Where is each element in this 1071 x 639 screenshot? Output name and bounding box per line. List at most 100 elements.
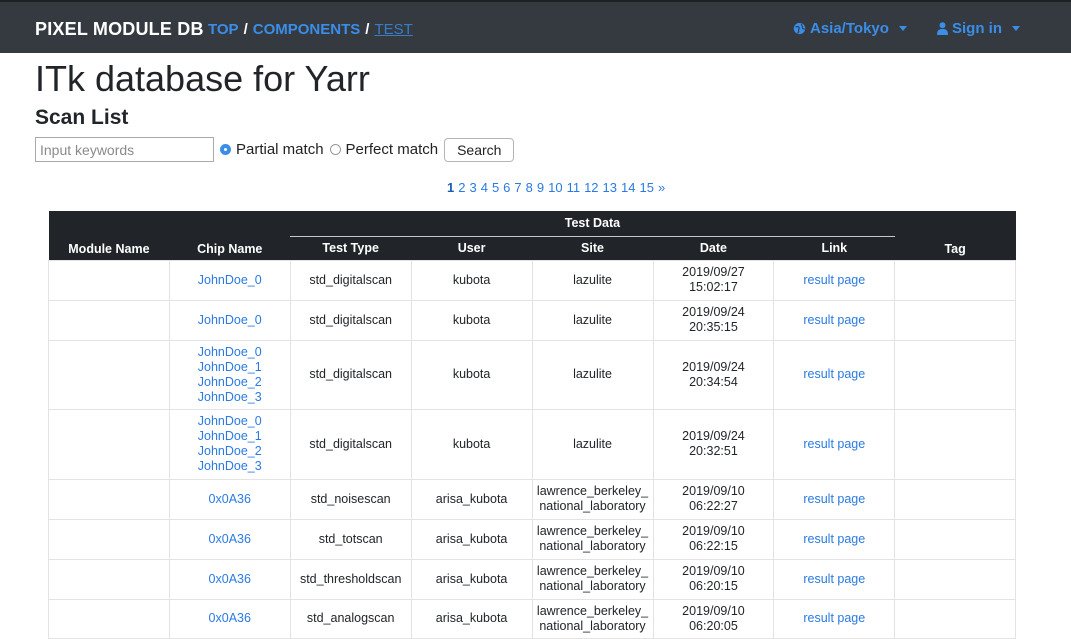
chip-name-cell: 0x0A36 [168, 598, 291, 639]
chip-link[interactable]: JohnDoe_2 [172, 375, 288, 390]
date-text: 2019/09/24 [682, 359, 745, 374]
header-module-name[interactable]: Module Name [49, 211, 170, 260]
chip-name-cell: JohnDoe_0 JohnDoe_1 JohnDoe_2 JohnDoe_3 [168, 408, 291, 480]
test-type-cell: std_noisescan [289, 478, 412, 520]
page-link[interactable]: 12 [584, 180, 598, 195]
result-page-link[interactable]: result page [803, 492, 865, 506]
site-cell: lazulite [531, 299, 654, 341]
header-link[interactable]: Link [773, 235, 895, 260]
result-page-link[interactable]: result page [803, 572, 865, 586]
search-button[interactable]: Search [444, 137, 515, 162]
page-link[interactable]: 14 [621, 180, 635, 195]
link-cell: result page [773, 339, 896, 410]
chip-name-cell: 0x0A36 [168, 478, 291, 520]
module-name-cell [48, 518, 170, 560]
tag-cell [894, 259, 1016, 301]
result-page-link[interactable]: result page [803, 611, 865, 625]
page-link[interactable]: 1 [447, 180, 454, 195]
brand-link[interactable]: PIXEL MODULE DB [35, 19, 204, 40]
timezone-dropdown[interactable]: Asia/Tokyo [793, 20, 907, 37]
header-test-type[interactable]: Test Type [290, 235, 412, 260]
header-date[interactable]: Date [653, 235, 774, 260]
header-site[interactable]: Site [532, 235, 654, 260]
time-text: 06:20:15 [689, 579, 738, 593]
chip-link[interactable]: JohnDoe_3 [172, 390, 288, 405]
chip-link[interactable]: JohnDoe_0 [172, 345, 288, 360]
date-cell: 2019/09/10 06:22:15 [652, 518, 775, 560]
signin-dropdown[interactable]: Sign in [937, 20, 1020, 37]
link-cell: result page [773, 518, 896, 560]
result-page-link[interactable]: result page [803, 532, 865, 546]
chip-link[interactable]: 0x0A36 [172, 572, 288, 587]
header-user[interactable]: User [411, 235, 533, 260]
site-text: national_laboratory [539, 579, 646, 593]
tag-cell [894, 339, 1016, 410]
time-text: 06:22:15 [689, 539, 738, 553]
date-text: 2019/09/27 [682, 265, 745, 279]
link-cell: result page [773, 259, 896, 301]
page-link[interactable]: 9 [537, 180, 544, 195]
chip-link[interactable]: JohnDoe_1 [172, 360, 288, 375]
date-text: 2019/09/10 [682, 524, 745, 538]
breadcrumb-test[interactable]: TEST [374, 21, 412, 38]
perfect-match-label[interactable]: Perfect match [346, 141, 439, 158]
chip-link[interactable]: JohnDoe_3 [172, 459, 288, 474]
breadcrumb-components[interactable]: COMPONENTS [253, 21, 361, 38]
page-link[interactable]: 3 [469, 180, 476, 195]
module-name-cell [48, 259, 170, 301]
page-link[interactable]: 5 [492, 180, 499, 195]
header-tag[interactable]: Tag [895, 211, 1016, 260]
perfect-match-radio[interactable] [329, 144, 341, 155]
chip-link[interactable]: JohnDoe_1 [172, 429, 288, 444]
partial-match-radio[interactable] [220, 144, 231, 155]
chip-link[interactable]: 0x0A36 [172, 492, 288, 507]
time-text: 20:32:51 [689, 444, 738, 458]
scan-row: JohnDoe_0 JohnDoe_1 JohnDoe_2 JohnDoe_3 std_… [48, 408, 1016, 480]
chip-link[interactable]: 0x0A36 [172, 611, 288, 626]
date-cell: 2019/09/10 06:20:15 [652, 558, 775, 600]
chip-name-cell: JohnDoe_0 [168, 299, 291, 341]
site-text: national_laboratory [539, 499, 646, 513]
page-link[interactable]: 2 [458, 180, 465, 195]
link-cell: result page [773, 558, 896, 600]
user-cell: arisa_kubota [410, 558, 533, 600]
page-link[interactable]: 7 [514, 180, 521, 195]
result-page-link[interactable]: result page [803, 367, 865, 381]
site-text: lazulite [573, 367, 612, 381]
site-cell: lazulite [531, 339, 654, 410]
chip-name-cell: 0x0A36 [168, 518, 291, 560]
tag-cell [894, 408, 1016, 480]
page-link[interactable]: 6 [503, 180, 510, 195]
search-input[interactable] [35, 137, 214, 162]
next-page-icon[interactable]: » [658, 180, 665, 195]
page-link[interactable]: 4 [481, 180, 488, 195]
result-page-link[interactable]: result page [803, 273, 865, 287]
page-link[interactable]: 8 [526, 180, 533, 195]
result-page-link[interactable]: result page [803, 313, 865, 327]
date-cell: 2019/09/24 20:32:51 [652, 408, 775, 480]
chip-link[interactable]: JohnDoe_0 [172, 273, 288, 288]
test-type-cell: std_digitalscan [289, 299, 412, 341]
header-chip-name[interactable]: Chip Name [169, 211, 290, 260]
test-type-cell: std_digitalscan [289, 259, 412, 301]
page-link[interactable]: 10 [548, 180, 562, 195]
pagination: 1 2 3 4 5 6 7 8 9 10 11 12 13 14 15» [447, 180, 665, 195]
time-text: 15:02:17 [689, 280, 738, 294]
chip-link[interactable]: JohnDoe_2 [172, 444, 288, 459]
breadcrumb-top[interactable]: TOP [208, 21, 239, 38]
page-link[interactable]: 11 [567, 180, 581, 195]
chip-link[interactable]: JohnDoe_0 [172, 313, 288, 328]
header-test-data: Test Data [564, 216, 621, 231]
date-text: 2019/09/24 [682, 429, 745, 443]
time-text: 06:20:05 [689, 618, 738, 633]
chip-link[interactable]: 0x0A36 [172, 532, 288, 547]
date-text: 2019/09/10 [682, 484, 745, 498]
site-cell: lawrence_berkeley_ national_laboratory [531, 598, 654, 639]
link-cell: result page [773, 478, 896, 520]
page-link[interactable]: 13 [603, 180, 617, 195]
page-link[interactable]: 15 [639, 180, 653, 195]
site-cell: lazulite [531, 408, 654, 480]
result-page-link[interactable]: result page [803, 437, 865, 451]
partial-match-label[interactable]: Partial match [236, 141, 324, 158]
chip-link[interactable]: JohnDoe_0 [172, 414, 288, 429]
